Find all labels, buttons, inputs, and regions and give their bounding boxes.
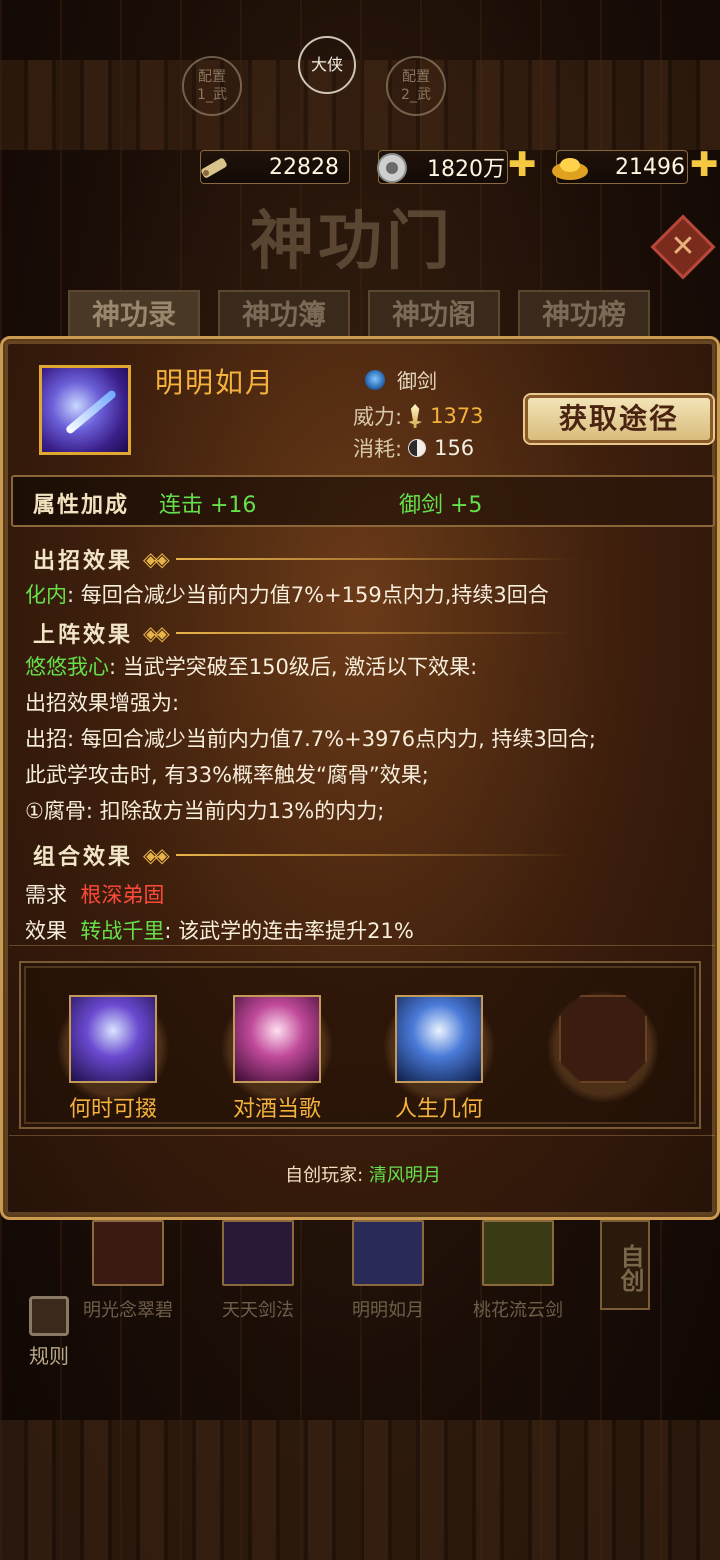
skill-sword-icon	[39, 365, 131, 455]
attribute-combo: 连击 +16	[159, 493, 257, 518]
shangzhen-effect-name: 悠悠我心	[25, 655, 109, 679]
shangzhen-line-2: 出招: 每回合减少当前内力值7.7%+3976点内力, 持续3回合;	[25, 727, 596, 751]
gold-add-button[interactable]: ✚	[690, 148, 719, 182]
skill-detail-panel: 明明如月 御剑 威力: 1373 消耗: 156 获取途径 属性加成 连击 +1…	[0, 336, 720, 1220]
silver-currency: 1820万	[377, 150, 508, 184]
rule-icon	[29, 1296, 69, 1336]
combo-requirement: 需求 根深弟固	[25, 879, 164, 909]
skill-type-label: 御剑	[397, 369, 437, 393]
combo-member-3[interactable]	[395, 995, 483, 1083]
rule-label: 规则	[29, 1344, 69, 1368]
config-2-label: 配置	[402, 69, 430, 85]
creator-label: 自创玩家:	[285, 1165, 369, 1186]
combo-member-2-name: 对酒当歌	[232, 1097, 321, 1122]
divider	[9, 1135, 715, 1136]
chuzhao-line: 化内: 每回合减少当前内力值7%+159点内力,持续3回合	[25, 579, 549, 609]
tab-shengonglu[interactable]: 神功录	[68, 290, 200, 340]
strip-skill-4-name: 桃花流云剑	[473, 1300, 563, 1321]
config-1-sub: 1_武	[197, 87, 227, 103]
scroll-currency: 22828	[200, 150, 350, 184]
combo-member-2[interactable]	[233, 995, 321, 1083]
daxia-label: 大侠	[310, 55, 343, 74]
attribute-yujian: 御剑 +5	[399, 493, 483, 518]
shangzhen-heading: 上阵效果 ◈◈	[33, 617, 576, 649]
effect-name: 转战千里	[80, 919, 165, 943]
attribute-bonus-bar: 属性加成 连击 +16 御剑 +5	[11, 475, 715, 527]
diamond-deco-icon: ◈◈	[143, 621, 170, 645]
strip-skill-4[interactable]	[482, 1220, 554, 1286]
diamond-deco-icon: ◈◈	[143, 843, 170, 867]
get-source-button[interactable]: 获取途径	[525, 395, 713, 443]
gold-value: 21496	[615, 154, 685, 180]
strip-skill-3-name: 明明如月	[352, 1300, 424, 1321]
req-label: 需求	[25, 883, 67, 907]
silver-coin-icon	[371, 147, 413, 189]
cost-label: 消耗:	[353, 437, 403, 461]
diamond-deco-icon: ◈◈	[143, 547, 170, 571]
rule-button[interactable]: 规则	[14, 1290, 84, 1380]
strip-skill-3[interactable]	[352, 1220, 424, 1286]
silver-value: 1820万	[427, 157, 505, 182]
cost-stat: 消耗: 156	[353, 433, 474, 463]
scene-title: 神功门	[250, 204, 454, 279]
close-icon: ✕	[670, 229, 696, 264]
heading-line	[175, 632, 576, 634]
combo-effect: 效果 转战千里: 该武学的连击率提升21%	[25, 915, 414, 945]
tab-shengongbu[interactable]: 神功簿	[218, 290, 350, 340]
tab-shengongge[interactable]: 神功阁	[368, 290, 500, 340]
scroll-icon	[193, 147, 235, 189]
cost-value: 156	[434, 436, 475, 460]
combo-member-1-name: 何时可掇	[68, 1097, 157, 1122]
config-2-button[interactable]: 配置 2_武	[386, 56, 446, 116]
shangzhen-title: 上阵效果	[33, 622, 134, 648]
combo-member-3-name: 人生几何	[394, 1097, 483, 1122]
req-value: 根深弟固	[80, 883, 165, 907]
yinyang-icon	[408, 439, 427, 457]
daxia-button[interactable]: 大侠	[298, 36, 356, 94]
gold-ingot-icon	[549, 147, 591, 189]
chuzhao-effect-name: 化内	[25, 583, 67, 607]
silver-add-button[interactable]: ✚	[508, 148, 537, 182]
effect-text: : 该武学的连击率提升21%	[164, 919, 414, 943]
combo-title: 组合效果	[33, 844, 134, 870]
sword-type-icon	[365, 369, 385, 390]
strip-skill-2[interactable]	[222, 1220, 294, 1286]
zichuang-button[interactable]: 自创	[600, 1220, 650, 1310]
skill-type: 御剑	[365, 365, 437, 394]
creator-line: 自创玩家: 清风明月	[3, 1161, 720, 1187]
combo-members: 何时可掇 对酒当歌 人生几何	[19, 961, 701, 1129]
scroll-value: 22828	[269, 154, 339, 180]
skill-name: 明明如月	[155, 366, 276, 399]
divider	[9, 945, 715, 946]
creator-name: 清风明月	[368, 1165, 441, 1186]
gold-currency: 21496	[552, 150, 688, 184]
chuzhao-effect-text: : 每回合减少当前内力值7%+159点内力,持续3回合	[67, 583, 549, 607]
power-stat: 威力: 1373	[353, 401, 484, 431]
effect-label: 效果	[25, 919, 67, 943]
config-1-label: 配置	[198, 69, 226, 85]
config-2-sub: 2_武	[401, 87, 431, 103]
heading-line	[175, 558, 576, 560]
strip-skill-1[interactable]	[92, 1220, 164, 1286]
power-icon	[408, 404, 423, 428]
strip-skill-2-name: 天天剑法	[222, 1300, 294, 1321]
shangzhen-line-1: 出招效果增强为:	[25, 691, 180, 715]
shangzhen-effect-text: : 当武学突破至150级后, 激活以下效果:	[109, 655, 478, 679]
heading-line	[175, 854, 576, 856]
combo-member-1[interactable]	[69, 995, 157, 1083]
attribute-title: 属性加成	[33, 492, 130, 518]
empty-combo-slot	[559, 995, 647, 1083]
shangzhen-line-4: ①腐骨: 扣除敌方当前内力13%的内力;	[25, 799, 385, 823]
tab-shengongbang[interactable]: 神功榜	[518, 290, 650, 340]
power-value: 1373	[430, 404, 484, 428]
shangzhen-line: 悠悠我心: 当武学突破至150级后, 激活以下效果:	[25, 651, 477, 681]
chuzhao-heading: 出招效果 ◈◈	[33, 543, 576, 575]
combo-heading: 组合效果 ◈◈	[33, 839, 576, 871]
shangzhen-line-3: 此武学攻击时, 有33%概率触发“腐骨”效果;	[25, 763, 429, 787]
top-pattern	[0, 60, 720, 150]
config-1-button[interactable]: 配置 1_武	[182, 56, 242, 116]
chuzhao-title: 出招效果	[33, 548, 134, 574]
bottom-pattern	[0, 1420, 720, 1560]
power-label: 威力:	[353, 405, 403, 429]
